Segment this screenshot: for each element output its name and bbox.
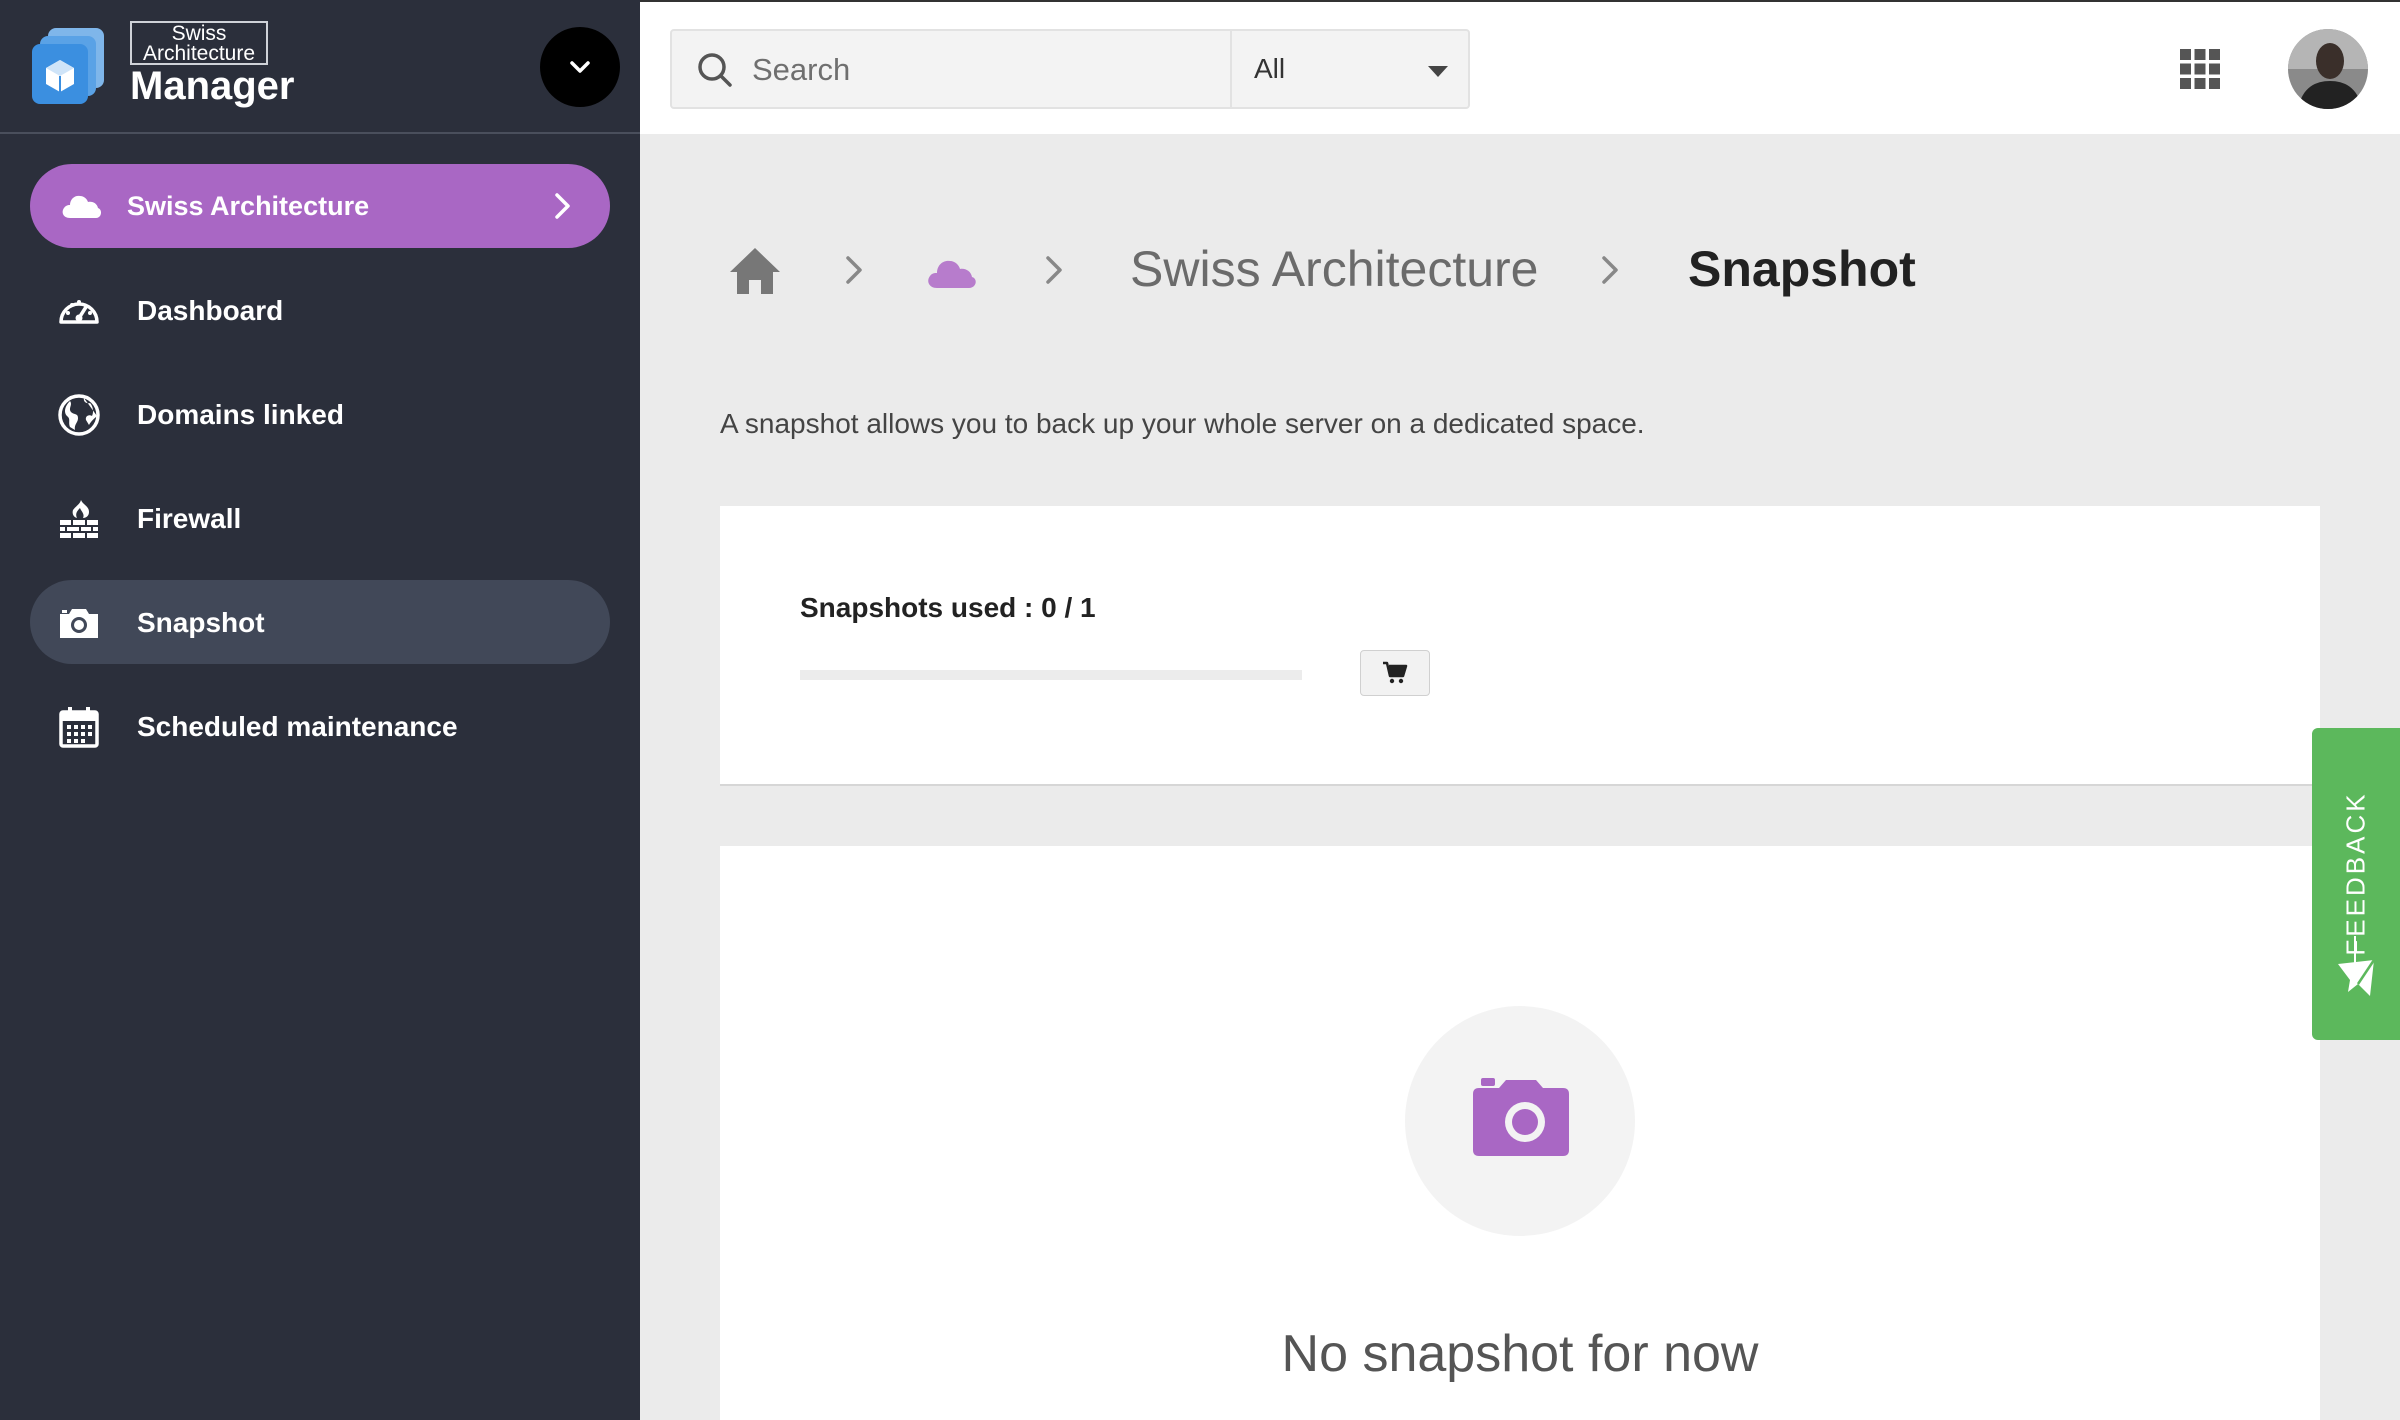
sidebar-item-firewall[interactable]: Firewall	[30, 476, 610, 560]
cart-icon	[1383, 661, 1408, 684]
chevron-down-icon	[570, 61, 590, 73]
sidebar: Swiss Architecture Manager Swiss Archite…	[0, 0, 640, 1420]
sidebar-item-snapshot[interactable]: Snapshot	[30, 580, 610, 664]
snapshot-empty-state: No snapshot for now	[720, 846, 2320, 1420]
firewall-icon	[60, 500, 98, 538]
apps-grid-icon[interactable]	[2178, 47, 2222, 91]
chevron-right-icon	[1602, 256, 1618, 284]
brand-header: Swiss Architecture Manager	[0, 0, 640, 134]
feedback-tab[interactable]: FEEDBACK	[2312, 728, 2400, 1040]
brand-menu-toggle[interactable]	[540, 27, 620, 107]
sidebar-item-label: Snapshot	[137, 607, 265, 638]
sidebar-project-label: Swiss Architecture	[127, 190, 370, 221]
chevron-right-icon	[846, 256, 862, 284]
camera-icon	[60, 609, 98, 638]
calendar-icon	[59, 707, 99, 748]
brand-subtitle: Swiss Architecture	[130, 21, 268, 65]
buy-snapshot-button[interactable]	[1360, 650, 1430, 696]
empty-state-message: No snapshot for now	[1281, 1325, 1759, 1383]
topbar: All	[640, 0, 2400, 134]
gauge-icon	[59, 300, 99, 324]
camera-icon	[1473, 1078, 1569, 1156]
home-icon[interactable]	[728, 244, 782, 298]
sidebar-item-label: Domains linked	[137, 399, 344, 430]
filter-selected-value: All	[1254, 53, 1286, 84]
page-title: Snapshot	[1688, 241, 1916, 297]
brand-title: Manager	[130, 64, 295, 108]
search-icon	[698, 53, 732, 87]
globe-icon	[58, 394, 100, 436]
snapshot-usage-progress	[800, 670, 1302, 680]
snapshot-usage-label: Snapshots used : 0 / 1	[800, 592, 1096, 623]
search-filter-select[interactable]: All	[1230, 29, 1470, 109]
sidebar-item-dashboard[interactable]: Dashboard	[30, 268, 610, 352]
empty-state-illustration	[1405, 1006, 1635, 1236]
sidebar-item-label: Scheduled maintenance	[137, 711, 458, 742]
intro-text: A snapshot allows you to back up your wh…	[720, 408, 1645, 439]
breadcrumb-project-link[interactable]: Swiss Architecture	[1130, 240, 1538, 298]
sidebar-item-scheduled-maintenance[interactable]: Scheduled maintenance	[30, 684, 610, 768]
search-input[interactable]	[752, 45, 1212, 95]
chevron-right-icon	[555, 193, 570, 219]
cloud-icon	[62, 195, 102, 218]
feedback-label: FEEDBACK	[2340, 791, 2371, 956]
avatar[interactable]	[2288, 29, 2368, 109]
sidebar-project-swiss-architecture[interactable]: Swiss Architecture	[30, 164, 610, 248]
sidebar-item-domains-linked[interactable]: Domains linked	[30, 372, 610, 456]
logo-icon	[32, 28, 104, 104]
search-box	[670, 29, 1232, 109]
sidebar-item-label: Dashboard	[137, 295, 284, 326]
sidebar-item-label: Firewall	[137, 503, 242, 534]
snapshot-usage-card: Snapshots used : 0 / 1	[720, 506, 2320, 786]
cloud-icon[interactable]	[924, 248, 978, 294]
caret-down-icon	[1428, 66, 1448, 77]
chevron-right-icon	[1046, 256, 1062, 284]
send-icon	[2338, 959, 2376, 996]
